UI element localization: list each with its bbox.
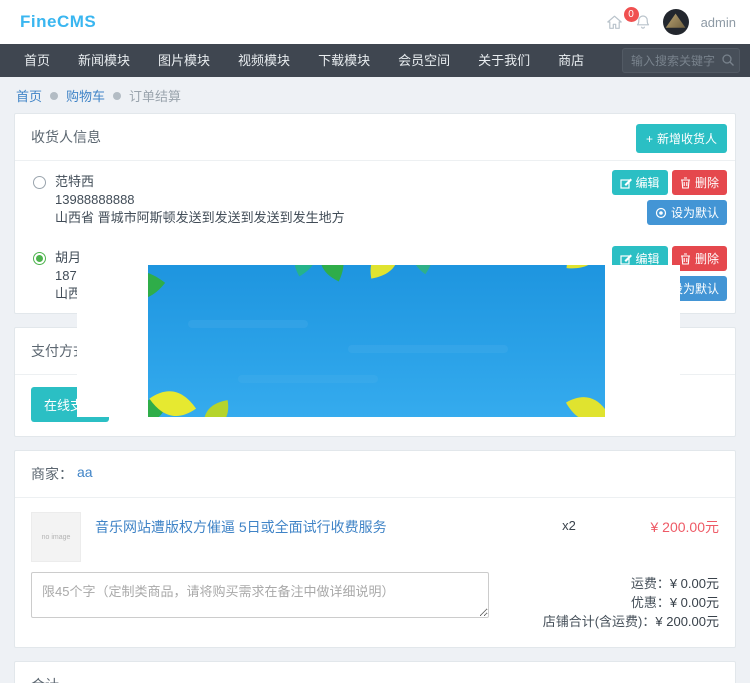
breadcrumb-separator: [113, 92, 121, 100]
main-nav: 首页 新闻模块 图片模块 视频模块 下载模块 会员空间 关于我们 商店: [0, 44, 750, 77]
nav-item-news[interactable]: 新闻模块: [64, 44, 144, 77]
store-subtotal-row: 店铺合计(含运费)：¥ 200.00元: [489, 612, 719, 631]
address-name: 范特西: [55, 173, 475, 191]
product-price: ¥ 200.00元: [599, 517, 719, 537]
address-radio-selected[interactable]: [33, 252, 46, 265]
product-title-link[interactable]: 音乐网站遭版权方催逼 5日或全面试行收费服务: [95, 517, 539, 537]
shipping-row: 运费：¥ 0.00元: [489, 574, 719, 593]
edit-icon: [620, 253, 632, 265]
app-logo[interactable]: FineCMS: [20, 12, 96, 32]
product-quantity: x2: [539, 518, 599, 533]
search-icon[interactable]: [721, 53, 735, 67]
notifications[interactable]: 0: [635, 14, 651, 31]
summary-title: 合计: [15, 662, 735, 683]
merchant-name-link[interactable]: aa: [77, 464, 93, 484]
delete-address-button[interactable]: 删除: [672, 170, 727, 195]
avatar-image: [663, 9, 689, 35]
delete-address-button[interactable]: 删除: [672, 246, 727, 271]
trash-icon: [680, 177, 691, 189]
product-row: no image 音乐网站遭版权方催逼 5日或全面试行收费服务 x2 ¥ 200…: [31, 512, 719, 562]
breadcrumb-cart[interactable]: 购物车: [66, 86, 105, 105]
discount-row: 优惠：¥ 0.00元: [489, 593, 719, 612]
plus-icon: +: [646, 132, 653, 146]
notification-badge: 0: [624, 7, 639, 22]
banner-image: [148, 265, 605, 417]
breadcrumb-current: 订单结算: [129, 86, 181, 105]
merchant-card: 商家： aa no image 音乐网站遭版权方催逼 5日或全面试行收费服务 x…: [14, 450, 736, 648]
breadcrumb-home[interactable]: 首页: [16, 86, 42, 105]
banner-container: [77, 265, 680, 417]
order-note-input[interactable]: [31, 572, 489, 618]
top-bar: FineCMS 0 admin: [0, 0, 750, 44]
nav-item-images[interactable]: 图片模块: [144, 44, 224, 77]
address-radio[interactable]: [33, 176, 46, 189]
nav-item-shop[interactable]: 商店: [544, 44, 598, 77]
address-detail: 山西省 晋城市阿斯顿发送到发送到发送到发生地方: [55, 209, 475, 227]
home-icon[interactable]: [606, 14, 623, 31]
address-phone: 13988888888: [55, 191, 475, 209]
nav-item-video[interactable]: 视频模块: [224, 44, 304, 77]
product-thumbnail[interactable]: no image: [31, 512, 81, 562]
nav-item-download[interactable]: 下载模块: [304, 44, 384, 77]
summary-card: 合计 应付总额： ¥ 200.00元 ¥ 提交订单: [14, 661, 736, 683]
set-default-button[interactable]: 设为默认: [647, 200, 727, 225]
avatar[interactable]: [663, 9, 689, 35]
trash-icon: [680, 253, 691, 265]
edit-address-button[interactable]: 编辑: [612, 170, 668, 195]
username[interactable]: admin: [701, 15, 736, 30]
breadcrumb: 首页 购物车 订单结算: [0, 77, 750, 113]
address-item[interactable]: 范特西 13988888888 山西省 晋城市阿斯顿发送到发送到发送到发生地方 …: [15, 161, 735, 237]
nav-item-about[interactable]: 关于我们: [464, 44, 544, 77]
nav-item-member[interactable]: 会员空间: [384, 44, 464, 77]
merchant-label: 商家：: [31, 464, 73, 484]
breadcrumb-separator: [50, 92, 58, 100]
recipient-title: 收货人信息: [15, 114, 735, 161]
edit-icon: [620, 177, 632, 189]
store-totals: 运费：¥ 0.00元 优惠：¥ 0.00元 店铺合计(含运费)：¥ 200.00…: [489, 572, 719, 631]
nav-item-home[interactable]: 首页: [10, 44, 64, 77]
add-recipient-button[interactable]: + 新增收货人: [636, 124, 727, 153]
target-icon: [655, 207, 667, 219]
